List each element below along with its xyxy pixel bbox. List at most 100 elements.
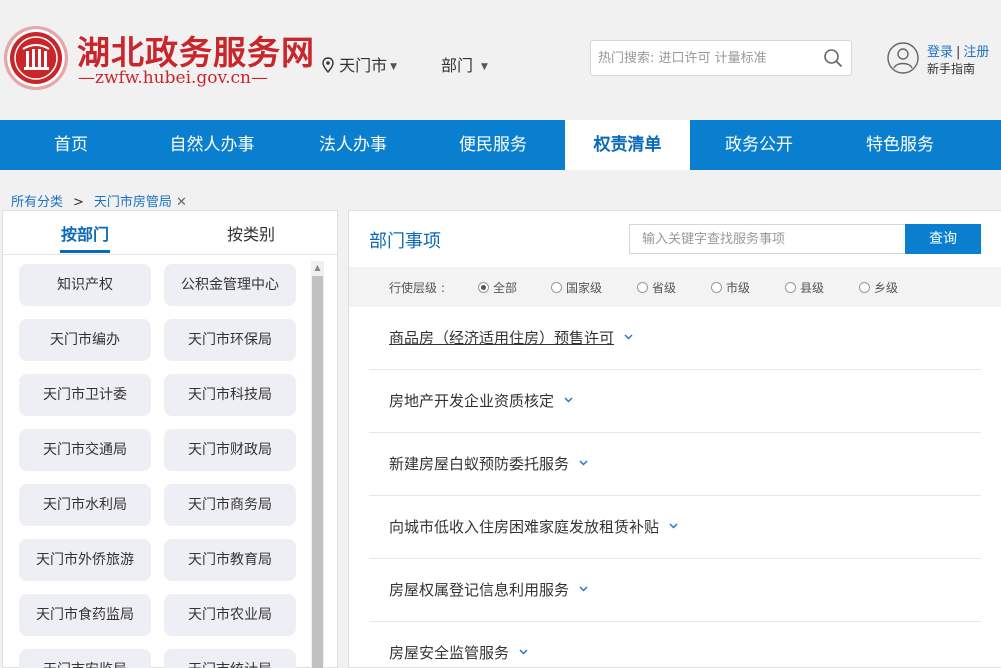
auth-divider: | <box>956 45 961 60</box>
panel-title: 部门事项 <box>369 231 441 252</box>
location-pin-icon <box>322 57 334 73</box>
breadcrumb-separator: > <box>73 195 84 210</box>
item-title-link[interactable]: 房屋安全监管服务 <box>389 642 528 663</box>
department-button[interactable]: 公积金管理中心 <box>164 264 296 306</box>
item-title: 向城市低收入住房困难家庭发放租赁补贴 <box>389 518 660 536</box>
radio-icon <box>785 282 796 293</box>
location-label: 天门市 <box>339 56 388 75</box>
list-item[interactable]: 房屋安全监管服务 <box>369 622 981 668</box>
nav-corporate-affairs[interactable]: 法人办事 <box>308 120 398 170</box>
level-radio-national[interactable]: 国家级 <box>551 279 602 296</box>
list-item[interactable]: 新建房屋白蚁预防委托服务 <box>369 433 981 496</box>
department-button[interactable]: 天门市商务局 <box>164 484 296 526</box>
keyword-search-input[interactable] <box>630 225 905 253</box>
logo-title[interactable]: 湖北政务服务网 <box>77 26 315 74</box>
auth-links: 登录 | 注册 <box>927 41 989 60</box>
keyword-search <box>629 224 905 254</box>
item-title-link[interactable]: 向城市低收入住房困难家庭发放租赁补贴 <box>389 516 678 537</box>
nav-power-list[interactable]: 权责清单 <box>565 120 690 170</box>
radio-icon <box>551 282 562 293</box>
department-button[interactable]: 天门市农业局 <box>164 594 296 636</box>
list-item[interactable]: 房屋权属登记信息利用服务 <box>369 559 981 622</box>
level-radio-county[interactable]: 县级 <box>785 279 824 296</box>
radio-icon <box>859 282 870 293</box>
logo-url[interactable]: —zwfw.hubei.gov.cn— <box>78 68 268 88</box>
user-avatar-icon[interactable] <box>887 42 919 74</box>
department-panel: 按部门 按类别 知识产权 公积金管理中心 天门市编办 天门市环保局 天门市卫计委… <box>2 210 338 668</box>
items-panel: 部门事项 查询 行使层级 : 全部 国家级 省级 市级 县级 乡级 商品房（经济… <box>348 210 1001 668</box>
department-button[interactable]: 天门市科技局 <box>164 374 296 416</box>
list-item[interactable]: 向城市低收入住房困难家庭发放租赁补贴 <box>369 496 981 559</box>
department-label: 部门 <box>441 56 474 75</box>
search-icon[interactable] <box>823 48 843 68</box>
main-nav: 首页 自然人办事 法人办事 便民服务 权责清单 政务公开 特色服务 <box>0 120 1001 170</box>
department-button[interactable]: 天门市教育局 <box>164 539 296 581</box>
item-title-link[interactable]: 房地产开发企业资质核定 <box>389 390 573 411</box>
level-filter-label: 行使层级 : <box>389 281 445 295</box>
item-title: 新建房屋白蚁预防委托服务 <box>389 455 570 473</box>
radio-icon <box>478 282 489 293</box>
department-button[interactable]: 天门市卫计委 <box>19 374 151 416</box>
nav-government-affairs[interactable]: 政务公开 <box>714 120 804 170</box>
level-radio-township[interactable]: 乡级 <box>859 279 898 296</box>
level-radio-provincial[interactable]: 省级 <box>637 279 676 296</box>
tab-by-department[interactable]: 按部门 <box>59 221 111 253</box>
list-item[interactable]: 商品房（经济适用住房）预售许可 <box>369 307 981 370</box>
scrollbar-thumb[interactable] <box>312 276 323 668</box>
tab-by-category[interactable]: 按类别 <box>227 221 275 245</box>
nav-personal-affairs[interactable]: 自然人办事 <box>158 120 266 170</box>
beginner-guide-link[interactable]: 新手指南 <box>927 60 975 77</box>
breadcrumb-root[interactable]: 所有分类 <box>11 195 63 210</box>
department-button[interactable]: 天门市交通局 <box>19 429 151 471</box>
header-search <box>590 40 852 76</box>
level-radio-all[interactable]: 全部 <box>478 279 517 296</box>
department-button[interactable]: 天门市食药监局 <box>19 594 151 636</box>
level-filter: 行使层级 : 全部 国家级 省级 市级 县级 乡级 <box>349 267 1001 307</box>
breadcrumb-current: 天门市房管局 <box>93 195 172 210</box>
item-title: 商品房（经济适用住房）预售许可 <box>389 329 615 347</box>
nav-home[interactable]: 首页 <box>30 120 112 170</box>
level-option-label: 省级 <box>652 281 677 295</box>
department-button[interactable]: 天门市财政局 <box>164 429 296 471</box>
nav-public-services[interactable]: 便民服务 <box>448 120 538 170</box>
department-button[interactable]: 知识产权 <box>19 264 151 306</box>
department-button[interactable]: 天门市统计局 <box>164 649 296 668</box>
register-link[interactable]: 注册 <box>963 45 989 60</box>
login-link[interactable]: 登录 <box>927 45 953 60</box>
department-button[interactable]: 天门市编办 <box>19 319 151 361</box>
item-title-link[interactable]: 商品房（经济适用住房）预售许可 <box>389 327 633 348</box>
level-option-label: 全部 <box>493 281 518 295</box>
caret-down-icon: ▼ <box>390 62 398 72</box>
department-button[interactable]: 天门市环保局 <box>164 319 296 361</box>
level-radio-city[interactable]: 市级 <box>711 279 750 296</box>
item-title-link[interactable]: 房屋权属登记信息利用服务 <box>389 579 588 600</box>
close-icon[interactable]: ✕ <box>176 195 187 210</box>
panel-tabs: 按部门 按类别 <box>3 211 337 255</box>
scroll-up-arrow-icon[interactable]: ▲ <box>311 261 324 275</box>
site-header: 湖北政务服务网 —zwfw.hubei.gov.cn— 天门市▼ 部门▼ 登录|… <box>0 0 1001 120</box>
department-button[interactable]: 天门市外侨旅游 <box>19 539 151 581</box>
caret-down-icon: ▼ <box>481 62 488 72</box>
department-selector[interactable]: 部门 ▼ <box>441 52 488 76</box>
list-item[interactable]: 房地产开发企业资质核定 <box>369 370 981 433</box>
location-selector[interactable]: 天门市 ▼ <box>322 52 397 76</box>
logo-emblem-icon[interactable] <box>4 26 68 90</box>
department-scrollbar[interactable]: ▲ <box>311 261 324 668</box>
radio-icon <box>637 282 648 293</box>
department-list: 知识产权 公积金管理中心 天门市编办 天门市环保局 天门市卫计委 天门市科技局 … <box>3 256 313 668</box>
department-button[interactable]: 天门市水利局 <box>19 484 151 526</box>
department-button[interactable]: 天门市安监局 <box>19 649 151 668</box>
item-title: 房屋安全监管服务 <box>389 644 510 662</box>
item-title-link[interactable]: 新建房屋白蚁预防委托服务 <box>389 453 588 474</box>
chevron-down-icon <box>669 523 678 529</box>
chevron-down-icon <box>564 397 573 403</box>
nav-featured-services[interactable]: 特色服务 <box>855 120 945 170</box>
header-search-input[interactable] <box>591 41 813 75</box>
breadcrumb: 所有分类 > 天门市房管局 ✕ <box>11 191 187 210</box>
item-title: 房屋权属登记信息利用服务 <box>389 581 570 599</box>
radio-icon <box>711 282 722 293</box>
query-button[interactable]: 查询 <box>905 224 981 254</box>
chevron-down-icon <box>624 334 633 340</box>
chevron-down-icon <box>579 586 588 592</box>
item-title: 房地产开发企业资质核定 <box>389 392 555 410</box>
